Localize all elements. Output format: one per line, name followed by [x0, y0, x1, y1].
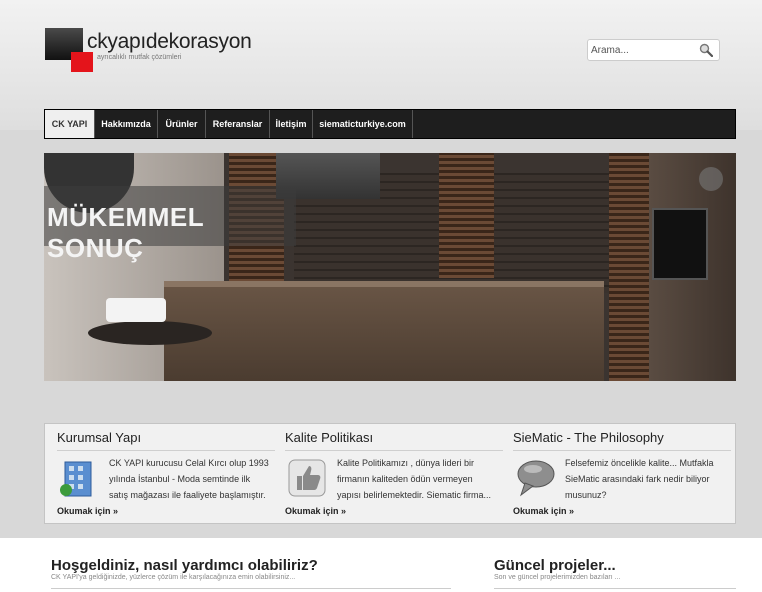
banner-caption: MÜKEMMEL SONUÇ	[44, 186, 296, 263]
read-more-link[interactable]: Okumak için »	[285, 506, 346, 516]
slider-control[interactable]	[699, 167, 723, 191]
box-title: SieMatic - The Philosophy	[513, 430, 664, 445]
box-title: Kurumsal Yapı	[57, 430, 142, 445]
logo-red-square	[71, 52, 93, 72]
hero-banner[interactable]: MÜKEMMEL SONUÇ	[44, 153, 736, 381]
search-input[interactable]	[591, 42, 691, 58]
feature-boxes: Kurumsal Yapı CK YAPI kurucusu Celal Kır…	[44, 423, 736, 524]
nav-item-iletisim[interactable]: İletişim	[270, 110, 313, 138]
banner-kitchen-counter	[164, 281, 604, 381]
banner-window-blind	[609, 153, 649, 381]
box-siematic: SieMatic - The Philosophy Felsefemiz önc…	[513, 424, 731, 524]
box-text: CK YAPI kurucusu Celal Kırcı olup 1993 y…	[109, 458, 269, 500]
welcome-title: Hoşgeldiniz, nasıl yardımcı olabiliriz?	[51, 557, 318, 574]
banner-cups	[106, 298, 166, 322]
banner-caption-text: MÜKEMMEL SONUÇ	[47, 202, 204, 263]
search-box	[587, 39, 720, 61]
welcome-subtitle: CK YAPI'ya geldiğinizde, yüzlerce çözüm …	[51, 574, 296, 581]
bottom-section: Hoşgeldiniz, nasıl yardımcı olabiliriz? …	[0, 538, 762, 592]
thumbs-up-icon	[288, 459, 326, 497]
logo-name: ckyapıdekorasyon	[87, 30, 252, 53]
box-text: Felsefemiz öncelikle kalite... Mutfakla …	[565, 458, 714, 500]
projects-title: Güncel projeler...	[494, 557, 616, 574]
read-more-link[interactable]: Okumak için »	[513, 506, 574, 516]
box-title: Kalite Politikası	[285, 430, 374, 445]
read-more-link[interactable]: Okumak için »	[57, 506, 118, 516]
site-logo[interactable]: ckyapıdekorasyon ayrıcalıklı mutfak çözü…	[45, 28, 295, 76]
box-kalite: Kalite Politikası Kalite Politikamızı , …	[285, 424, 503, 524]
nav-item-siematic[interactable]: siematicturkiye.com	[313, 110, 413, 138]
projects-subtitle: Son ve güncel projelerimizden bazıları .…	[494, 574, 621, 581]
divider	[513, 450, 731, 451]
nav-item-urunler[interactable]: Ürünler	[158, 110, 206, 138]
nav-item-ck-yapi[interactable]: CK YAPI	[45, 110, 95, 138]
logo-tagline: ayrıcalıklı mutfak çözümleri	[97, 54, 182, 61]
speech-bubble-icon	[517, 460, 555, 497]
search-icon[interactable]	[699, 43, 713, 57]
building-icon	[60, 461, 92, 497]
divider	[57, 450, 275, 451]
main-nav: CK YAPI Hakkımızda Ürünler Referanslar İ…	[44, 109, 736, 139]
banner-oven	[652, 208, 708, 280]
banner-window-blind	[439, 153, 494, 278]
divider	[51, 588, 451, 589]
nav-item-referanslar[interactable]: Referanslar	[206, 110, 270, 138]
divider	[285, 450, 503, 451]
divider	[494, 588, 736, 589]
box-text: Kalite Politikamızı , dünya lideri bir f…	[337, 458, 492, 500]
box-kurumsal: Kurumsal Yapı CK YAPI kurucusu Celal Kır…	[57, 424, 275, 524]
nav-item-hakkimizda[interactable]: Hakkımızda	[95, 110, 158, 138]
banner-table	[88, 321, 212, 345]
